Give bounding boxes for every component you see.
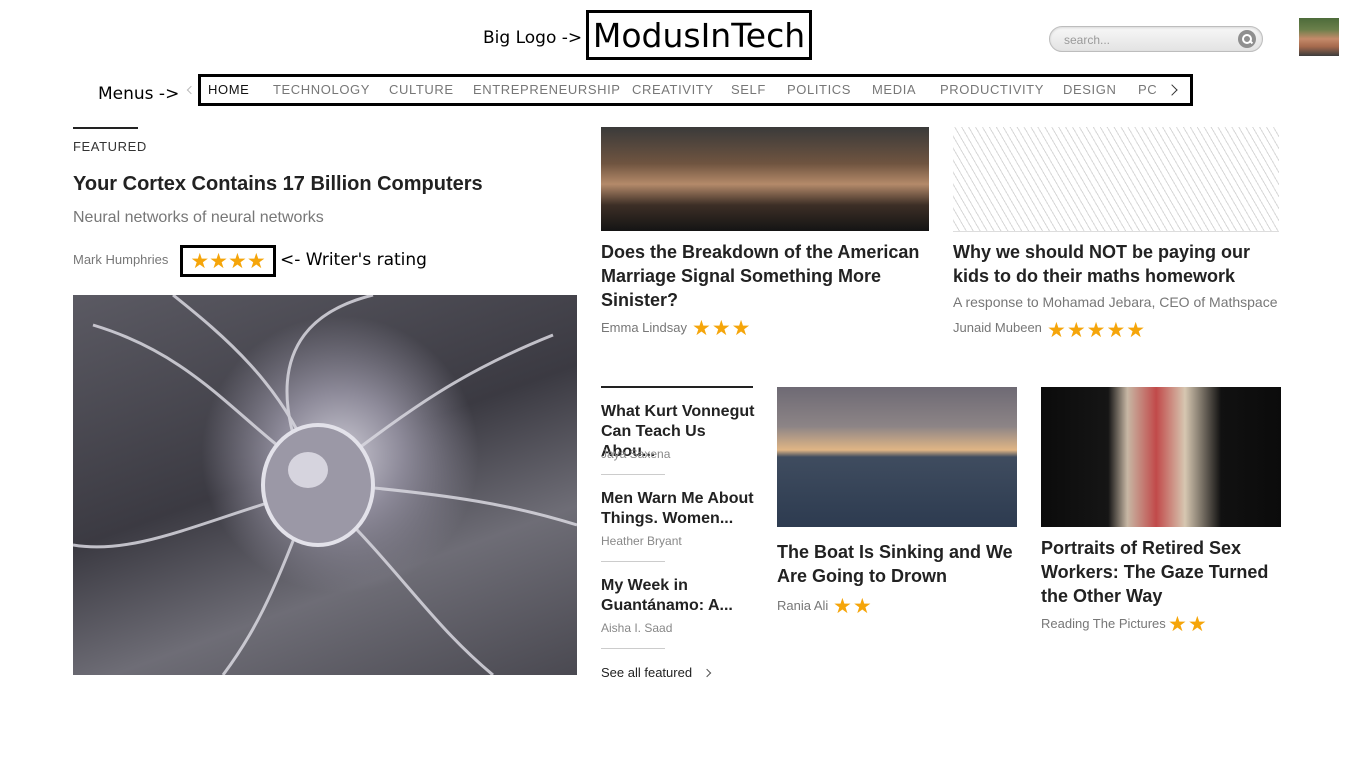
main-menu: HOME TECHNOLOGY CULTURE ENTREPRENEURSHIP… bbox=[198, 74, 1193, 106]
menu-item-self[interactable]: SELF bbox=[731, 82, 766, 97]
side-list-item-title[interactable]: Men Warn Me About Things. Women... bbox=[601, 489, 761, 529]
search-input[interactable] bbox=[1062, 30, 1236, 50]
menu-item-creativity[interactable]: CREATIVITY bbox=[632, 82, 714, 97]
search-bar[interactable] bbox=[1049, 26, 1263, 52]
side-list-item-author[interactable]: Heather Bryant bbox=[601, 534, 682, 548]
article-author-maths[interactable]: Junaid Mubeen bbox=[953, 320, 1042, 335]
logo-text: ModusInTech bbox=[592, 15, 806, 55]
article-subtitle-maths: A response to Mohamad Jebara, CEO of Mat… bbox=[953, 294, 1278, 310]
see-all-featured-link[interactable]: See all featured bbox=[601, 665, 692, 680]
site-logo[interactable]: ModusInTech bbox=[586, 10, 812, 60]
side-list-divider bbox=[601, 648, 665, 649]
featured-image[interactable] bbox=[73, 295, 577, 675]
featured-subtitle: Neural networks of neural networks bbox=[73, 209, 324, 226]
featured-label: FEATURED bbox=[73, 139, 147, 154]
menu-list: HOME TECHNOLOGY CULTURE ENTREPRENEURSHIP… bbox=[201, 77, 1156, 103]
menu-item-technology[interactable]: TECHNOLOGY bbox=[273, 82, 370, 97]
article-title-boat[interactable]: The Boat Is Sinking and We Are Going to … bbox=[777, 540, 1017, 588]
featured-rating: ★★★★ bbox=[180, 245, 276, 277]
side-list-divider bbox=[601, 561, 665, 562]
featured-rule bbox=[73, 127, 138, 129]
logo-annotation: Big Logo -> bbox=[483, 28, 583, 48]
article-title-marriage[interactable]: Does the Breakdown of the American Marri… bbox=[601, 240, 921, 312]
menu-item-home[interactable]: HOME bbox=[208, 82, 249, 97]
menu-next-chevron-icon[interactable] bbox=[1166, 81, 1180, 99]
menu-item-pc[interactable]: PC bbox=[1138, 82, 1156, 97]
side-list-item-author[interactable]: Aisha I. Saad bbox=[601, 621, 672, 635]
article-title-portraits[interactable]: Portraits of Retired Sex Workers: The Ga… bbox=[1041, 536, 1281, 608]
star-rating-icons: ★★ bbox=[833, 595, 873, 618]
search-icon[interactable] bbox=[1238, 30, 1256, 48]
side-list-item-title[interactable]: My Week in Guantánamo: A... bbox=[601, 576, 761, 616]
article-image-marriage[interactable] bbox=[601, 127, 929, 231]
side-list-divider bbox=[601, 474, 665, 475]
menu-item-politics[interactable]: POLITICS bbox=[787, 82, 851, 97]
menu-item-media[interactable]: MEDIA bbox=[872, 82, 916, 97]
menu-item-culture[interactable]: CULTURE bbox=[389, 82, 454, 97]
side-list-item-author[interactable]: Jaya Saxena bbox=[601, 447, 670, 461]
article-author-portraits[interactable]: Reading The Pictures bbox=[1041, 616, 1166, 631]
star-rating-icons: ★★ bbox=[1168, 613, 1208, 636]
featured-title[interactable]: Your Cortex Contains 17 Billion Computer… bbox=[73, 173, 483, 196]
star-rating-icons: ★★★★★ bbox=[1047, 319, 1147, 342]
article-author-boat[interactable]: Rania Ali bbox=[777, 598, 828, 613]
star-rating-icons: ★★★ bbox=[692, 317, 752, 340]
menu-annotation: Menus -> bbox=[98, 84, 180, 104]
side-list-rule bbox=[601, 386, 753, 388]
menu-item-productivity[interactable]: PRODUCTIVITY bbox=[940, 82, 1044, 97]
article-image-boat[interactable] bbox=[777, 387, 1017, 527]
menu-prev-chevron-icon[interactable] bbox=[185, 85, 193, 95]
article-author-marriage[interactable]: Emma Lindsay bbox=[601, 320, 687, 335]
avatar[interactable] bbox=[1299, 18, 1339, 56]
article-image-maths[interactable] bbox=[953, 127, 1279, 232]
featured-author[interactable]: Mark Humphries bbox=[73, 252, 168, 267]
rating-annotation: <- Writer's rating bbox=[280, 250, 427, 270]
star-rating-icons: ★★★★ bbox=[190, 249, 266, 273]
article-title-maths[interactable]: Why we should NOT be paying our kids to … bbox=[953, 240, 1283, 288]
menu-item-entrepreneurship[interactable]: ENTREPRENEURSHIP bbox=[473, 82, 621, 97]
article-image-portraits[interactable] bbox=[1041, 387, 1281, 527]
chevron-right-icon[interactable] bbox=[704, 668, 712, 678]
neuron-illustration bbox=[73, 295, 577, 675]
menu-item-design[interactable]: DESIGN bbox=[1063, 82, 1116, 97]
